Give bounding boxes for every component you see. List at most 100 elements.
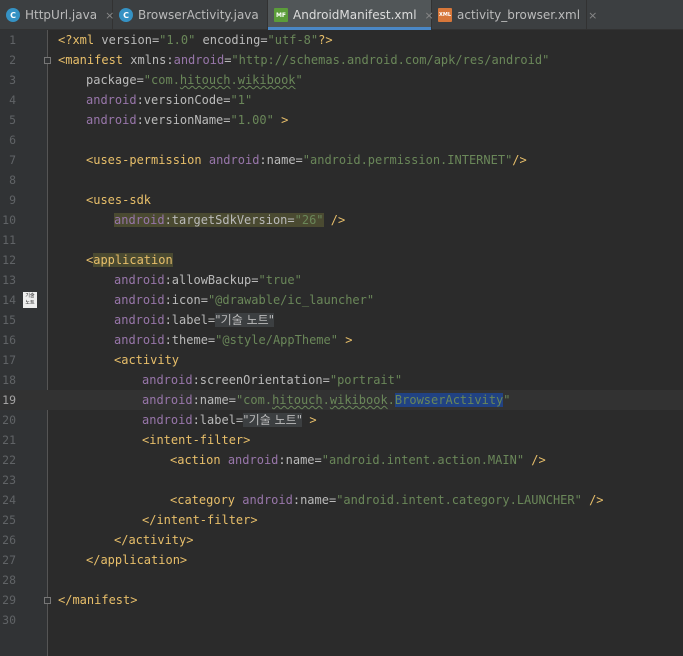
- line-number: 17: [2, 353, 16, 367]
- line-number: 13: [2, 273, 16, 287]
- tab-label: AndroidManifest.xml: [293, 8, 417, 22]
- code-text: </manifest>: [58, 593, 138, 607]
- tab-label: BrowserActivity.java: [138, 8, 259, 22]
- code-text: <activity: [114, 353, 180, 367]
- code-line[interactable]: 26 </activity>: [0, 530, 683, 550]
- code-line[interactable]: 28: [0, 570, 683, 590]
- code-text: </activity>: [114, 533, 194, 547]
- code-line[interactable]: 13 android:allowBackup="true": [0, 270, 683, 290]
- code-line[interactable]: 20 android:label="기술 노트" >: [0, 410, 683, 430]
- code-line[interactable]: 30: [0, 610, 683, 630]
- editor-tab-bar: C HttpUrl.java × C BrowserActivity.java …: [0, 0, 683, 30]
- code-line[interactable]: 10 android:targetSdkVersion="26" />: [0, 210, 683, 230]
- code-line[interactable]: 22 <action android:name="android.intent.…: [0, 450, 683, 470]
- code-line[interactable]: 12 <application: [0, 250, 683, 270]
- code-text: <application: [86, 253, 173, 267]
- java-class-icon: C: [6, 8, 20, 22]
- code-line[interactable]: 2 <manifest xmlns:android="http://schema…: [0, 50, 683, 70]
- code-line[interactable]: 21 <intent-filter>: [0, 430, 683, 450]
- line-number: 14: [2, 293, 16, 307]
- tab-label: HttpUrl.java: [25, 8, 98, 22]
- line-number: 8: [9, 173, 16, 187]
- fold-toggle-icon[interactable]: [44, 597, 51, 604]
- code-text: android:screenOrientation="portrait": [142, 373, 403, 387]
- code-text: <category android:name="android.intent.c…: [170, 493, 604, 507]
- layout-xml-icon: XML: [438, 8, 452, 22]
- line-number: 28: [2, 573, 16, 587]
- line-number: 5: [9, 113, 16, 127]
- line-number: 7: [9, 153, 16, 167]
- line-number: 16: [2, 333, 16, 347]
- line-number: 21: [2, 433, 16, 447]
- line-number: 18: [2, 373, 16, 387]
- line-number: 11: [2, 233, 16, 247]
- code-line[interactable]: 25 </intent-filter>: [0, 510, 683, 530]
- tab-androidmanifest-xml[interactable]: MF AndroidManifest.xml ×: [268, 0, 434, 30]
- line-number: 26: [2, 533, 16, 547]
- fold-toggle-icon[interactable]: [44, 57, 51, 64]
- code-line[interactable]: 6: [0, 130, 683, 150]
- code-text: android:label="기술 노트": [114, 313, 275, 327]
- code-line[interactable]: 15 android:label="기술 노트": [0, 310, 683, 330]
- code-line[interactable]: 18 android:screenOrientation="portrait": [0, 370, 683, 390]
- code-line[interactable]: 9 <uses-sdk: [0, 190, 683, 210]
- code-line[interactable]: 11: [0, 230, 683, 250]
- code-line[interactable]: 4 android:versionCode="1": [0, 90, 683, 110]
- app-launcher-icon[interactable]: 기술 노트: [23, 292, 37, 308]
- line-number: 1: [9, 33, 16, 47]
- code-text: <?xml version="1.0" encoding="utf-8"?>: [58, 33, 333, 47]
- code-text: <action android:name="android.intent.act…: [170, 453, 546, 467]
- code-line[interactable]: 1 <?xml version="1.0" encoding="utf-8"?>: [0, 30, 683, 50]
- code-line[interactable]: 5 android:versionName="1.00" >: [0, 110, 683, 130]
- line-number: 27: [2, 553, 16, 567]
- code-text: <intent-filter>: [142, 433, 251, 447]
- code-line[interactable]: 23: [0, 470, 683, 490]
- code-text: android:targetSdkVersion="26" />: [114, 213, 346, 227]
- code-line[interactable]: 24 <category android:name="android.inten…: [0, 490, 683, 510]
- line-number: 15: [2, 313, 16, 327]
- tab-browseractivity-java[interactable]: C BrowserActivity.java ×: [113, 0, 276, 30]
- code-text: android:theme="@style/AppTheme" >: [114, 333, 353, 347]
- code-line[interactable]: 14 기술 노트 android:icon="@drawable/ic_laun…: [0, 290, 683, 310]
- close-icon[interactable]: ×: [588, 9, 597, 22]
- tab-activity-browser-xml[interactable]: XML activity_browser.xml ×: [432, 0, 597, 30]
- code-line[interactable]: 29 </manifest>: [0, 590, 683, 610]
- line-number: 19: [2, 393, 16, 407]
- line-number: 22: [2, 453, 16, 467]
- code-editor[interactable]: 1 <?xml version="1.0" encoding="utf-8"?>…: [0, 30, 683, 656]
- code-text: </intent-filter>: [142, 513, 258, 527]
- tab-httpurl-java[interactable]: C HttpUrl.java ×: [0, 0, 114, 30]
- tab-label: activity_browser.xml: [457, 8, 581, 22]
- code-text: <uses-permission android:name="android.p…: [86, 153, 527, 167]
- line-number: 30: [2, 613, 16, 627]
- code-text: <manifest xmlns:android="http://schemas.…: [58, 53, 550, 67]
- code-text: android:name="com.hitouch.wikibook.Brows…: [142, 393, 511, 407]
- line-number: 6: [9, 133, 16, 147]
- code-line[interactable]: 3 package="com.hitouch.wikibook": [0, 70, 683, 90]
- code-text: android:label="기술 노트" >: [142, 413, 317, 427]
- line-number: 29: [2, 593, 16, 607]
- line-number: 20: [2, 413, 16, 427]
- line-number: 10: [2, 213, 16, 227]
- code-text: android:versionCode="1": [86, 93, 253, 107]
- manifest-file-icon: MF: [274, 8, 288, 22]
- code-line[interactable]: 7 <uses-permission android:name="android…: [0, 150, 683, 170]
- code-line[interactable]: 16 android:theme="@style/AppTheme" >: [0, 330, 683, 350]
- code-line[interactable]: 27 </application>: [0, 550, 683, 570]
- line-number: 25: [2, 513, 16, 527]
- code-text: <uses-sdk: [86, 193, 152, 207]
- code-line[interactable]: 8: [0, 170, 683, 190]
- line-number: 23: [2, 473, 16, 487]
- code-line-current[interactable]: 19 android:name="com.hitouch.wikibook.Br…: [0, 390, 683, 410]
- text-selection: BrowserActivity: [394, 393, 504, 407]
- java-class-icon: C: [119, 8, 133, 22]
- line-number: 12: [2, 253, 16, 267]
- code-text: android:icon="@drawable/ic_launcher": [114, 293, 375, 307]
- code-text: </application>: [86, 553, 188, 567]
- code-text: package="com.hitouch.wikibook": [86, 73, 303, 87]
- line-number: 24: [2, 493, 16, 507]
- line-number: 9: [9, 193, 16, 207]
- code-text: android:allowBackup="true": [114, 273, 302, 287]
- line-number: 4: [9, 93, 16, 107]
- code-line[interactable]: 17 <activity: [0, 350, 683, 370]
